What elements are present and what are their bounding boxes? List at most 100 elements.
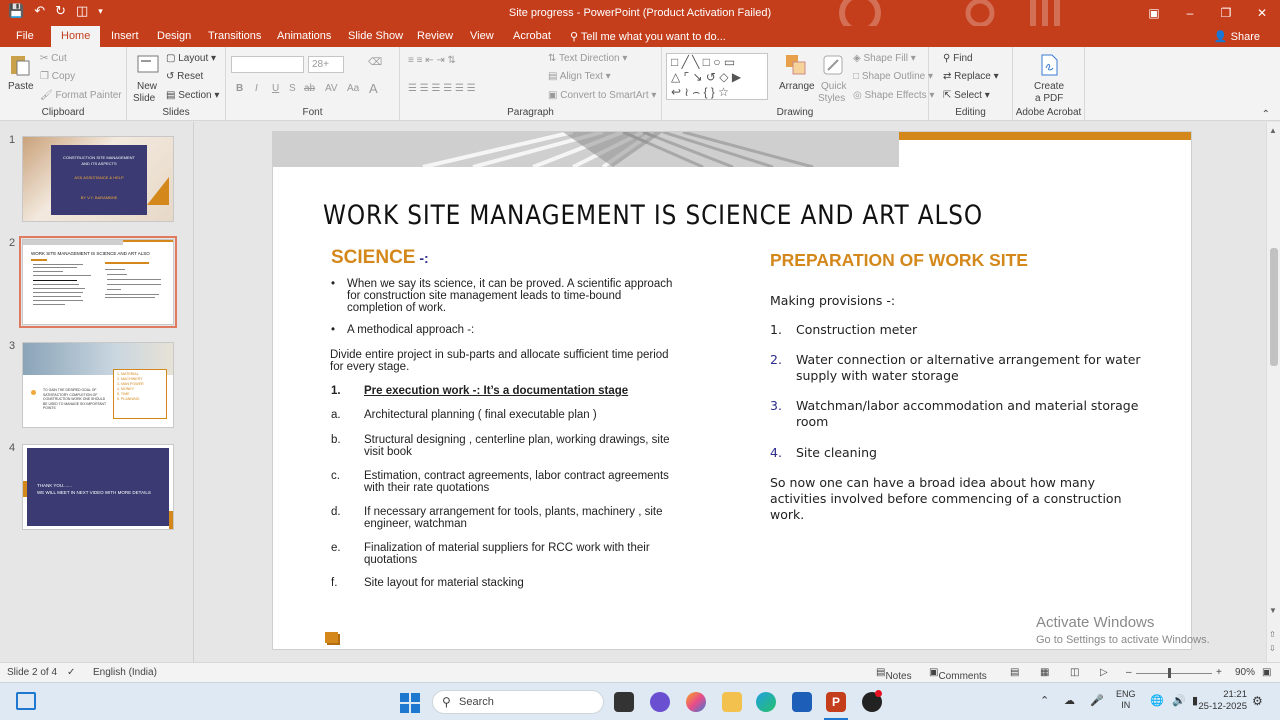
fit-to-window-icon[interactable]: ▣ [1262,667,1271,678]
chat-icon[interactable] [650,692,670,712]
paste-icon[interactable] [8,53,32,77]
item-text[interactable]: Architectural planning ( final executabl… [364,409,597,421]
shapes-gallery[interactable]: □ ╱ ╲ □ ○ ▭ △ ⌜ ↘ ↺ ◇ ▶ ↩ ≀ ⌢ { } ☆ [666,53,768,100]
create-pdf-label2[interactable]: a PDF [1035,93,1063,104]
reading-view-icon[interactable]: ◫ [1070,667,1079,678]
shape-fill-button[interactable]: ◈ Shape Fill ▾ [853,53,916,64]
copy-button[interactable]: ❐ Copy [40,71,75,82]
slide-sorter-icon[interactable]: ▦ [1040,667,1049,678]
new-slide-label2[interactable]: Slide [133,93,155,104]
volume-icon[interactable]: 🔊 [1172,694,1186,707]
quick-styles-label2[interactable]: Styles [818,93,845,104]
shadow-button[interactable]: S [289,83,296,94]
zoom-level[interactable]: 90% [1235,667,1255,678]
collapse-ribbon-icon[interactable]: ⌃ [1262,109,1270,120]
find-button[interactable]: ⚲ Find [943,53,973,64]
tab-insert[interactable]: Insert [111,30,139,42]
provision-text[interactable]: Construction meter [796,322,917,338]
zoom-slider[interactable] [1136,673,1212,674]
align-text-button[interactable]: ▤ Align Text ▾ [548,71,611,82]
provision-text[interactable]: Watchman/labor accommodation and materia… [796,398,1138,430]
shape-effects-button[interactable]: ◎ Shape Effects ▾ [853,90,934,101]
section-button[interactable]: ▤ Section ▾ [166,90,219,101]
slide-title[interactable]: WORK SITE MANAGEMENT IS SCIENCE AND ART … [323,200,983,231]
tab-design[interactable]: Design [157,30,191,42]
current-slide[interactable]: WORK SITE MANAGEMENT IS SCIENCE AND ART … [273,132,1191,649]
normal-view-icon[interactable]: ▤ [1010,667,1019,678]
maximize-button[interactable]: ❐ [1208,0,1244,26]
making-provisions[interactable]: Making provisions -: [770,293,895,309]
arrange-icon[interactable] [784,53,808,77]
text-direction-button[interactable]: ⇅ Text Direction ▾ [548,53,627,64]
tab-acrobat[interactable]: Acrobat [513,30,551,42]
bullets-icon[interactable]: ≡ ≡ ⇤ ⇥ ⇅ [408,55,456,66]
close-button[interactable]: ✕ [1244,0,1280,26]
font-color-icon[interactable]: A [369,81,378,96]
underline-button[interactable]: U [272,83,279,94]
zoom-in-icon[interactable]: + [1216,667,1222,678]
char-spacing-button[interactable]: AV [325,83,338,94]
spellcheck-icon[interactable]: ✓ [67,667,75,678]
new-slide-icon[interactable] [136,53,160,77]
scroll-up-icon[interactable]: ▲ [1269,126,1277,135]
clock[interactable]: 21:21 25-12-2025 [1195,689,1247,713]
preparation-heading[interactable]: PREPARATION OF WORK SITE [770,250,1028,271]
provision-text[interactable]: Water connection or alternative arrangem… [796,352,1141,384]
provision-text[interactable]: Site cleaning [796,445,877,461]
zoom-slider-handle[interactable] [1168,668,1171,678]
language-indicator[interactable]: English (India) [93,667,157,678]
tab-slideshow[interactable]: Slide Show [348,30,403,42]
italic-button[interactable]: I [255,83,258,94]
notification-center-icon[interactable]: ⚙ [1252,694,1263,708]
tab-review[interactable]: Review [417,30,453,42]
clear-formatting-icon[interactable]: ⌫ [368,57,382,68]
replace-button[interactable]: ⇄ Replace ▾ [943,71,999,82]
scroll-thumb[interactable] [1270,248,1278,366]
font-name-input[interactable] [231,56,304,73]
bullet1-text[interactable]: When we say its science, it can be prove… [347,278,672,314]
widgets-icon[interactable] [16,692,36,710]
so-now-paragraph[interactable]: So now one can have a broad idea about h… [770,475,1122,523]
divide-text[interactable]: Divide entire project in sub-parts and a… [330,349,669,373]
vertical-scrollbar[interactable]: ▲ ▼ ⇧ ⇩ [1266,122,1280,662]
quick-styles-button[interactable]: Quick [821,81,847,92]
prev-slide-icon[interactable]: ⇧ [1269,630,1276,639]
create-pdf-button[interactable]: Create [1034,81,1064,92]
onedrive-icon[interactable]: ☁ [1064,694,1075,707]
comments-button[interactable]: ▣ Comments [929,667,987,682]
tab-file[interactable]: File [16,30,34,42]
slide-thumbnail-4[interactable]: THANK YOU....... WE WILL MEET IN NEXT VI… [22,444,174,530]
ribbon-display-icon[interactable]: ▣ [1136,0,1172,26]
taskbar-search[interactable]: ⚲ Search [432,690,604,714]
bold-button[interactable]: B [236,83,243,94]
zoom-out-icon[interactable]: – [1126,667,1132,678]
task-view-icon[interactable] [614,692,634,712]
tab-home[interactable]: Home [51,26,101,47]
slide-thumbnail-3[interactable]: 1. MATERIAL 2. MACHINERY 3. MAN POWER 4.… [22,342,174,428]
item-text[interactable]: Site layout for material stacking [364,577,524,589]
windows-start-icon[interactable] [400,693,420,713]
next-slide-icon[interactable]: ⇩ [1269,644,1276,653]
microphone-icon[interactable]: 🎤 [1090,694,1104,707]
paste-button[interactable]: Paste [8,81,34,92]
tab-view[interactable]: View [470,30,494,42]
reset-button[interactable]: ↺ Reset [166,71,203,82]
slide-thumbnail-1[interactable]: CONSTRUCTION SITE MANAGEMENT AND ITS ASP… [22,136,174,222]
strikethrough-button[interactable]: ab [304,83,315,94]
item-text[interactable]: Estimation, contract agreements, labor c… [364,470,669,494]
slideshow-view-icon[interactable]: ▷ [1100,667,1108,678]
store-icon[interactable] [792,692,812,712]
powerpoint-taskbar-icon[interactable]: P [826,692,846,712]
cut-button[interactable]: ✂ Cut [40,53,67,64]
slide-thumbnail-2[interactable]: WORK SITE MANAGEMENT IS SCIENCE AND ART … [19,236,177,328]
smartart-button[interactable]: ▣ Convert to SmartArt ▾ [548,90,656,101]
notes-button[interactable]: ▤ Notes [876,667,912,682]
align-icons[interactable]: ☰ ☰ ☰ ☰ ☰ ☰ [408,83,476,94]
scroll-down-icon[interactable]: ▼ [1269,606,1277,615]
copilot-icon[interactable] [686,692,706,712]
arrange-button[interactable]: Arrange [779,81,815,92]
change-case-button[interactable]: Aa [347,83,359,94]
file-explorer-icon[interactable] [722,692,742,712]
language-tray[interactable]: ENG IN [1116,689,1136,711]
item-text[interactable]: Structural designing , centerline plan, … [364,434,670,458]
